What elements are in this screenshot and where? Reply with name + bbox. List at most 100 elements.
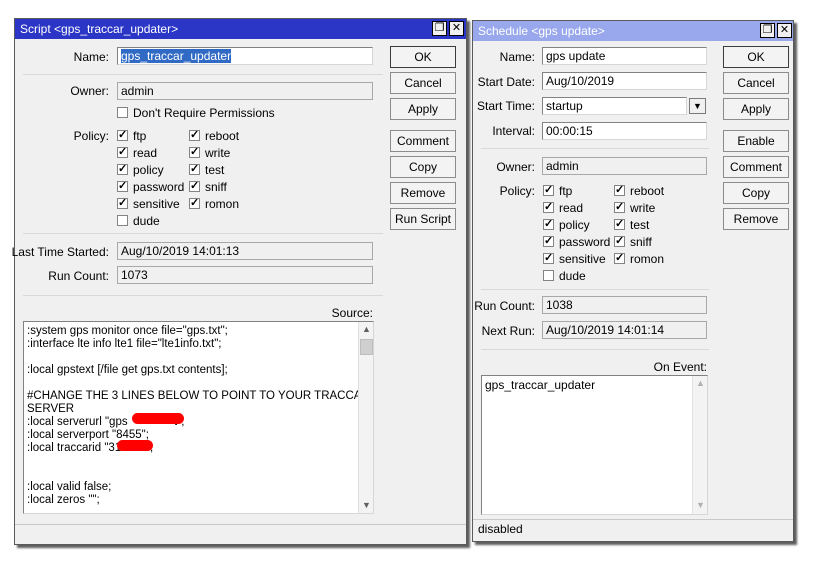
script-policy-label: policy [133, 163, 164, 177]
schedule-policy-test-checkbox[interactable]: ✓ [614, 219, 625, 230]
source-scrollbar[interactable]: ▲ ▼ [358, 322, 373, 513]
script-policy-reboot-checkbox[interactable]: ✓ [189, 130, 200, 141]
schedule-run-count-field[interactable]: 1038 [542, 296, 707, 314]
next-run-field[interactable]: Aug/10/2019 14:01:14 [542, 321, 707, 339]
source-line: :system gps monitor once file="gps.txt"; [27, 325, 228, 337]
script-titlebar[interactable]: Script <gps_traccar_updater> [15, 19, 466, 39]
next-run-label: Next Run: [481, 324, 535, 338]
dont-require-permissions-label: Don't Require Permissions [133, 106, 275, 120]
schedule-policy-label: dude [559, 269, 586, 283]
run-script-button[interactable]: Run Script [390, 208, 456, 230]
separator [481, 289, 709, 290]
remove-button[interactable]: Remove [390, 182, 456, 204]
name-label: Name: [73, 50, 109, 64]
schedule-policy-read-checkbox[interactable]: ✓ [543, 202, 554, 213]
schedule-policy-label: write [630, 201, 656, 215]
status-text: disabled [478, 522, 523, 536]
schedule-statusbar: disabled [473, 519, 793, 539]
source-line: :local serverurl "gps [27, 416, 128, 428]
last-time-started-field[interactable]: Aug/10/2019 14:01:13 [117, 242, 373, 260]
check-mark-icon: ✓ [118, 197, 128, 209]
script-policy-write-checkbox[interactable]: ✓ [189, 147, 200, 158]
source-line: :interface lte info lte1 file="lte1info.… [27, 338, 222, 350]
interval-label: Interval: [492, 124, 535, 138]
schedule-policy-ftp-checkbox[interactable]: ✓ [543, 185, 554, 196]
schedule-policy-sensitive-checkbox[interactable]: ✓ [543, 253, 554, 264]
enable-button[interactable]: Enable [723, 130, 789, 152]
copy-button[interactable]: Copy [723, 182, 789, 204]
schedule-policy-label: sniff [630, 235, 652, 249]
check-mark-icon: ✓ [190, 163, 200, 175]
script-owner-field[interactable]: admin [117, 82, 373, 100]
on-event-scrollbar[interactable]: ▲ ▼ [692, 376, 707, 514]
dropdown-arrow-icon[interactable]: ▼ [689, 98, 706, 114]
script-policy-dude-checkbox[interactable] [117, 215, 128, 226]
check-mark-icon: ✓ [118, 146, 128, 158]
source-line: :local gpstext [/file get gps.txt conten… [27, 364, 228, 376]
copy-button[interactable]: Copy [390, 156, 456, 178]
ok-button[interactable]: OK [723, 46, 789, 68]
dont-require-permissions-checkbox[interactable] [117, 107, 128, 118]
start-time-select[interactable]: startup [542, 97, 687, 115]
separator [481, 148, 709, 149]
schedule-titlebar[interactable]: Schedule <gps update> [473, 21, 793, 41]
script-policy-test-checkbox[interactable]: ✓ [189, 164, 200, 175]
close-icon[interactable]: ✕ [777, 23, 792, 38]
script-policy-label: password [133, 180, 185, 194]
script-policy-label: ftp [133, 129, 147, 143]
schedule-policy-write-checkbox[interactable]: ✓ [614, 202, 625, 213]
restore-icon[interactable]: ❐ [760, 23, 775, 38]
schedule-policy-policy-checkbox[interactable]: ✓ [543, 219, 554, 230]
remove-button[interactable]: Remove [723, 208, 789, 230]
cancel-button[interactable]: Cancel [723, 72, 789, 94]
source-textarea[interactable]: :system gps monitor once file="gps.txt";… [23, 321, 374, 514]
script-policy-romon-checkbox[interactable]: ✓ [189, 198, 200, 209]
source-line: :local zeros ""; [27, 494, 100, 506]
scroll-down-arrow-icon[interactable]: ▼ [359, 498, 373, 512]
interval-input[interactable]: 00:00:15 [542, 122, 707, 140]
check-mark-icon: ✓ [615, 218, 625, 230]
check-mark-icon: ✓ [190, 146, 200, 158]
scrollbar-thumb[interactable] [360, 339, 373, 355]
check-mark-icon: ✓ [615, 184, 625, 196]
script-policy-label: write [205, 146, 231, 160]
comment-button[interactable]: Comment [390, 130, 456, 152]
redaction-mark [117, 440, 153, 451]
schedule-policy-label: ftp [559, 184, 573, 198]
check-mark-icon: ✓ [544, 252, 554, 264]
script-policy-ftp-checkbox[interactable]: ✓ [117, 130, 128, 141]
schedule-policy-romon-checkbox[interactable]: ✓ [614, 253, 625, 264]
schedule-policy-sniff-checkbox[interactable]: ✓ [614, 236, 625, 247]
ok-button[interactable]: OK [390, 46, 456, 68]
script-policy-password-checkbox[interactable]: ✓ [117, 181, 128, 192]
comment-button[interactable]: Comment [723, 156, 789, 178]
start-date-input[interactable]: Aug/10/2019 [542, 72, 707, 90]
apply-button[interactable]: Apply [390, 98, 456, 120]
script-run-count-field[interactable]: 1073 [117, 266, 373, 284]
on-event-textarea[interactable]: gps_traccar_updater ▲ ▼ [481, 375, 708, 515]
schedule-policy-password-checkbox[interactable]: ✓ [543, 236, 554, 247]
cancel-button[interactable]: Cancel [390, 72, 456, 94]
script-policy-read-checkbox[interactable]: ✓ [117, 147, 128, 158]
check-mark-icon: ✓ [118, 180, 128, 192]
script-policy-label: sniff [205, 180, 227, 194]
script-name-input[interactable]: gps_traccar_updater [117, 47, 373, 65]
scroll-up-arrow-icon[interactable]: ▲ [359, 322, 373, 336]
apply-button[interactable]: Apply [723, 98, 789, 120]
script-policy-label: sensitive [133, 197, 180, 211]
scroll-down-arrow-icon[interactable]: ▼ [693, 498, 707, 512]
scroll-up-arrow-icon[interactable]: ▲ [693, 376, 707, 390]
script-policy-policy-checkbox[interactable]: ✓ [117, 164, 128, 175]
script-policy-sniff-checkbox[interactable]: ✓ [189, 181, 200, 192]
check-mark-icon: ✓ [615, 235, 625, 247]
restore-icon[interactable]: ❐ [432, 21, 447, 36]
separator [23, 295, 383, 296]
schedule-policy-reboot-checkbox[interactable]: ✓ [614, 185, 625, 196]
redaction-mark [132, 413, 184, 424]
script-policy-sensitive-checkbox[interactable]: ✓ [117, 198, 128, 209]
check-mark-icon: ✓ [615, 201, 625, 213]
schedule-owner-field[interactable]: admin [542, 157, 707, 175]
schedule-policy-dude-checkbox[interactable] [543, 270, 554, 281]
close-icon[interactable]: ✕ [449, 21, 464, 36]
schedule-name-input[interactable]: gps update [542, 47, 707, 65]
